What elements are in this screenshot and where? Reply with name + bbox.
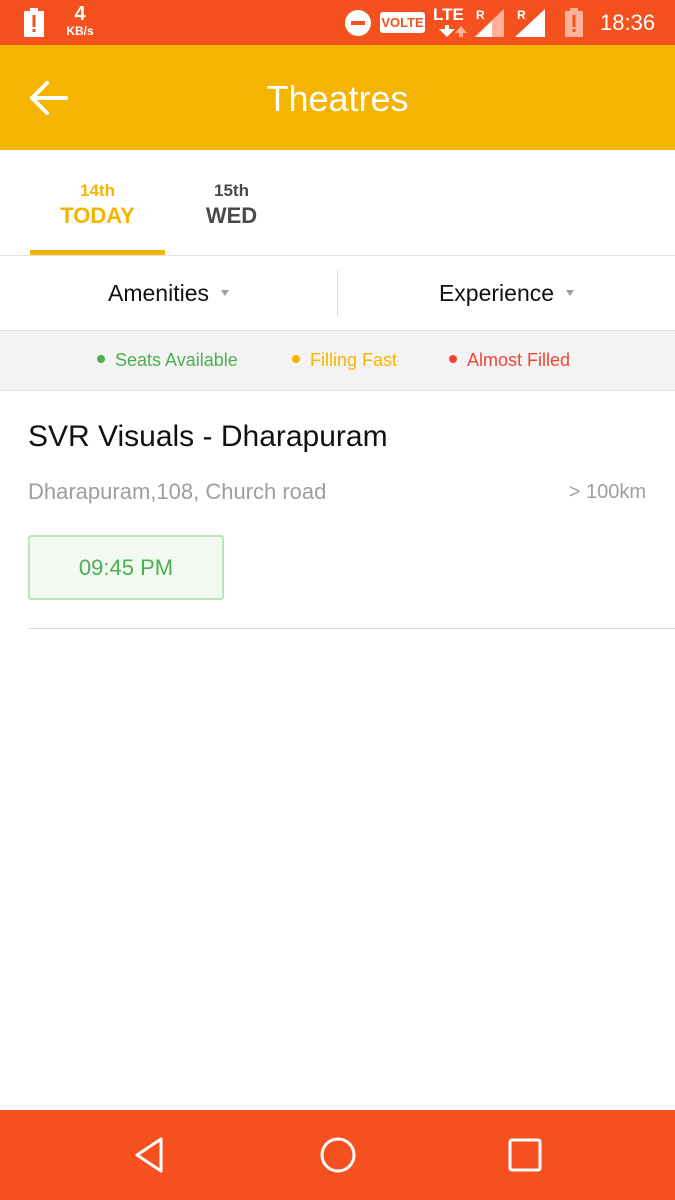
legend-label: Seats Available: [115, 350, 238, 370]
legend-filling-fast: Filling Fast: [292, 331, 397, 390]
clock: 18:36: [600, 10, 656, 35]
tab-today[interactable]: 14th TODAY: [30, 181, 165, 229]
battery-icon: [565, 8, 583, 37]
tab-label: WED: [205, 203, 258, 228]
tab-label: TODAY: [60, 203, 135, 228]
navigation-bar: [0, 1110, 675, 1200]
lte-label: LTE: [433, 5, 464, 24]
theatre-distance: > 100km: [568, 481, 646, 503]
amenities-label: Amenities: [108, 280, 209, 306]
experience-label: Experience: [438, 280, 555, 306]
legend-seats-available: Seats Available: [97, 331, 238, 390]
theatre-address: Dharapuram,108, Church road: [28, 479, 327, 504]
theatre-name[interactable]: SVR Visuals - Dharapuram: [28, 420, 388, 454]
green-dot-icon: [97, 355, 105, 364]
caret-down-icon: [220, 289, 229, 296]
tab-day: 14th: [80, 181, 115, 200]
active-tab-indicator: [30, 250, 165, 255]
page-title: Theatres: [266, 78, 409, 119]
do-not-disturb-icon: [345, 10, 371, 36]
lte-data-arrows-icon: [439, 25, 467, 37]
tab-day: 15th: [214, 181, 249, 200]
status-bar: 4 KB/s VOLTE LTE R R 18:36: [0, 0, 675, 45]
network-speed: 4 KB/s: [60, 4, 100, 37]
legend-label: Almost Filled: [467, 350, 571, 370]
filter-bar: Amenities Experience: [0, 256, 675, 330]
battery-alert-icon: [24, 8, 44, 37]
red-dot-icon: [449, 355, 457, 364]
amenities-dropdown[interactable]: Amenities: [0, 256, 337, 330]
volte-badge: VOLTE: [380, 12, 425, 33]
date-tabs: 14th TODAY 15th WED: [0, 150, 675, 256]
legend-almost-filled: Almost Filled: [449, 331, 570, 390]
theatre-card: SVR Visuals - Dharapuram Dharapuram,108,…: [28, 391, 675, 629]
tab-wed[interactable]: 15th WED: [164, 181, 299, 229]
nav-home-icon[interactable]: [318, 1135, 358, 1175]
network-speed-value: 4: [74, 3, 86, 25]
roaming-indicator-2: R: [517, 8, 526, 22]
nav-recents-icon[interactable]: [505, 1135, 545, 1175]
nav-back-icon[interactable]: [131, 1135, 171, 1175]
caret-down-icon: [566, 289, 575, 296]
app-bar: Theatres: [0, 45, 675, 150]
showtime-button[interactable]: 09:45 PM: [28, 535, 224, 600]
yellow-dot-icon: [292, 355, 300, 364]
roaming-indicator-1: R: [476, 8, 485, 22]
availability-legend: Seats Available Filling Fast Almost Fill…: [0, 330, 675, 391]
legend-label: Filling Fast: [310, 350, 398, 370]
network-speed-unit: KB/s: [66, 24, 94, 38]
experience-dropdown[interactable]: Experience: [338, 256, 675, 330]
